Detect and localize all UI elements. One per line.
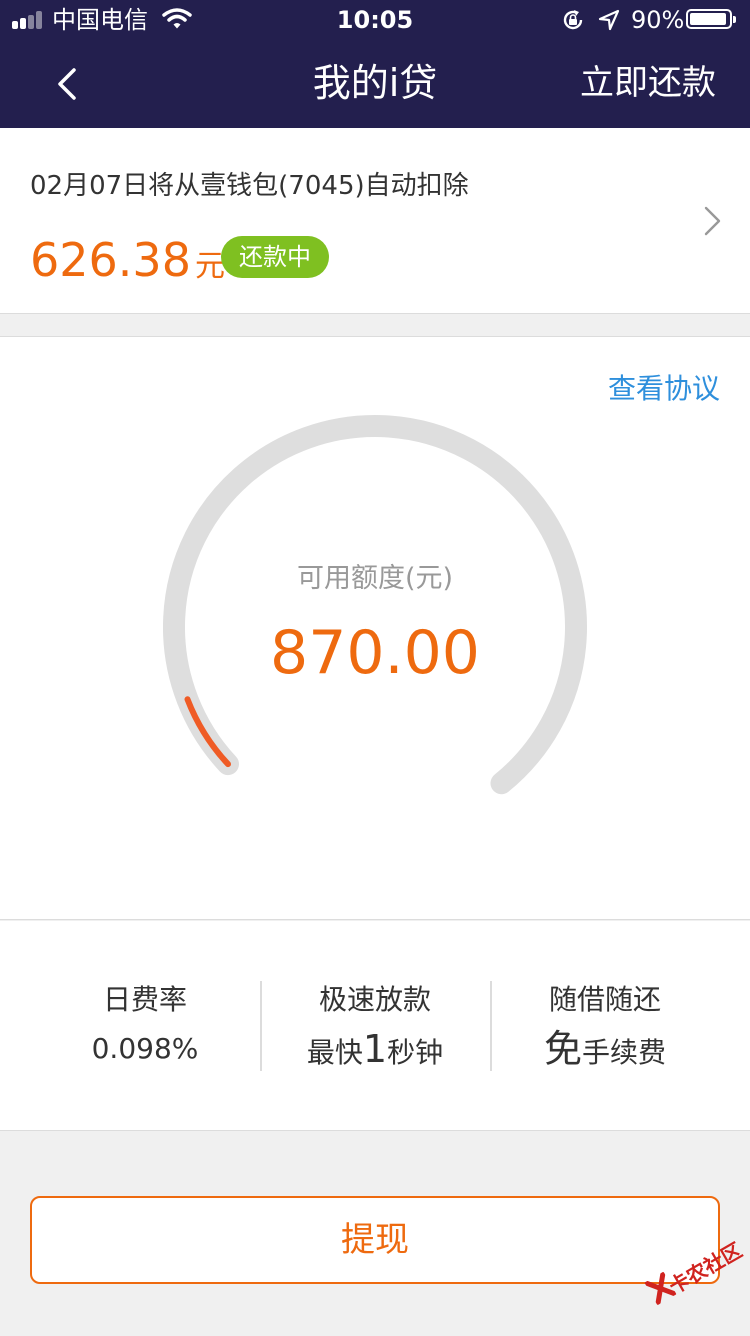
rotation-lock-icon [563,10,583,30]
app-header: 中国电信 10:05 90% 我的i贷 立即还款 [0,0,750,128]
repayment-amount-unit: 元 [194,249,225,284]
chevron-right-icon[interactable] [700,204,724,238]
credit-gauge-section: 查看协议 可用额度(元) 870.00 [0,336,750,920]
feature-subtitle: 最快1秒钟 [306,1027,444,1071]
credit-label: 可用额度(元) [296,563,454,594]
feature-title: 日费率 [102,983,187,1016]
withdraw-button[interactable]: 提现 [30,1196,720,1284]
gauge-track [162,415,587,795]
status-badge: 还款中 [221,236,329,278]
repayment-description: 02月07日将从壹钱包(7045)自动扣除 [30,171,469,201]
location-arrow-icon [598,9,620,31]
feature-title: 极速放款 [318,983,431,1016]
feature-strip: 日费率 0.098% 极速放款 最快1秒钟 随借随还 免手续费 [0,921,750,1131]
watermark-text: 卡农社区 [664,1237,747,1299]
feature-fast-loan: 极速放款 最快1秒钟 [260,981,490,1073]
feature-flexible-repay: 随借随还 免手续费 [490,981,720,1073]
repayment-card[interactable]: 02月07日将从壹钱包(7045)自动扣除 626.38 元 还款中 [0,128,750,314]
back-button[interactable] [48,64,88,104]
credit-value: 870.00 [270,618,480,688]
feature-subtitle: 免手续费 [543,1027,667,1071]
feature-daily-rate: 日费率 0.098% [30,981,260,1073]
repay-now-button[interactable]: 立即还款 [580,56,716,110]
feature-subtitle: 0.098% [91,1032,199,1065]
battery-icon [686,9,736,29]
feature-title: 随借随还 [548,983,661,1016]
repayment-amount-value: 626.38 [30,233,191,287]
battery-percent: 90% [631,6,685,34]
status-bar: 中国电信 10:05 90% [0,0,750,40]
repayment-amount: 626.38 元 [30,228,225,292]
